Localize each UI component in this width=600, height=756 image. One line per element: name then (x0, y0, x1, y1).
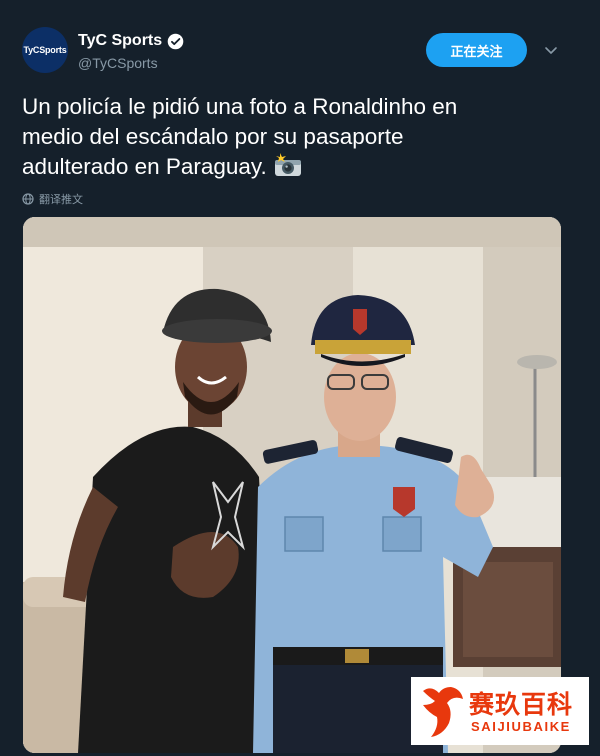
tweet-text-line: medio del escándalo por su pasaporte (22, 124, 404, 149)
verified-badge-icon (167, 33, 184, 49)
watermark: 赛玖百科 SAIJIUBAIKE (411, 677, 589, 745)
photo-illustration (23, 217, 561, 753)
tweet-header: TyCSports TyC Sports @TyCSports 正在关注 (0, 0, 600, 90)
following-button[interactable]: 正在关注 (426, 33, 527, 67)
chevron-down-icon[interactable] (543, 42, 559, 58)
translate-tweet-link[interactable]: 翻译推文 (22, 191, 83, 207)
avatar-logo-text: TyCSports (23, 45, 67, 55)
watermark-logo-icon (423, 687, 463, 737)
account-handle[interactable]: @TyCSports (78, 55, 158, 71)
display-name: TyC Sports (78, 32, 163, 49)
display-name-link[interactable]: TyC Sports (78, 32, 184, 50)
globe-icon (22, 193, 34, 205)
tweet-text-line: adulterado en Paraguay. (22, 152, 582, 182)
watermark-subtitle: SAIJIUBAIKE (471, 719, 571, 734)
tweet-text-line-content: adulterado en Paraguay. (22, 154, 267, 179)
camera-flash-emoji-icon (274, 153, 301, 176)
tweet-photo[interactable] (23, 217, 561, 753)
tweet-text-line: Un policía le pidió una foto a Ronaldinh… (22, 94, 458, 119)
watermark-title: 赛玖百科 (469, 690, 574, 719)
tweet-text: Un policía le pidió una foto a Ronaldinh… (22, 92, 582, 182)
translate-label: 翻译推文 (39, 193, 83, 206)
avatar[interactable]: TyCSports (22, 27, 68, 73)
